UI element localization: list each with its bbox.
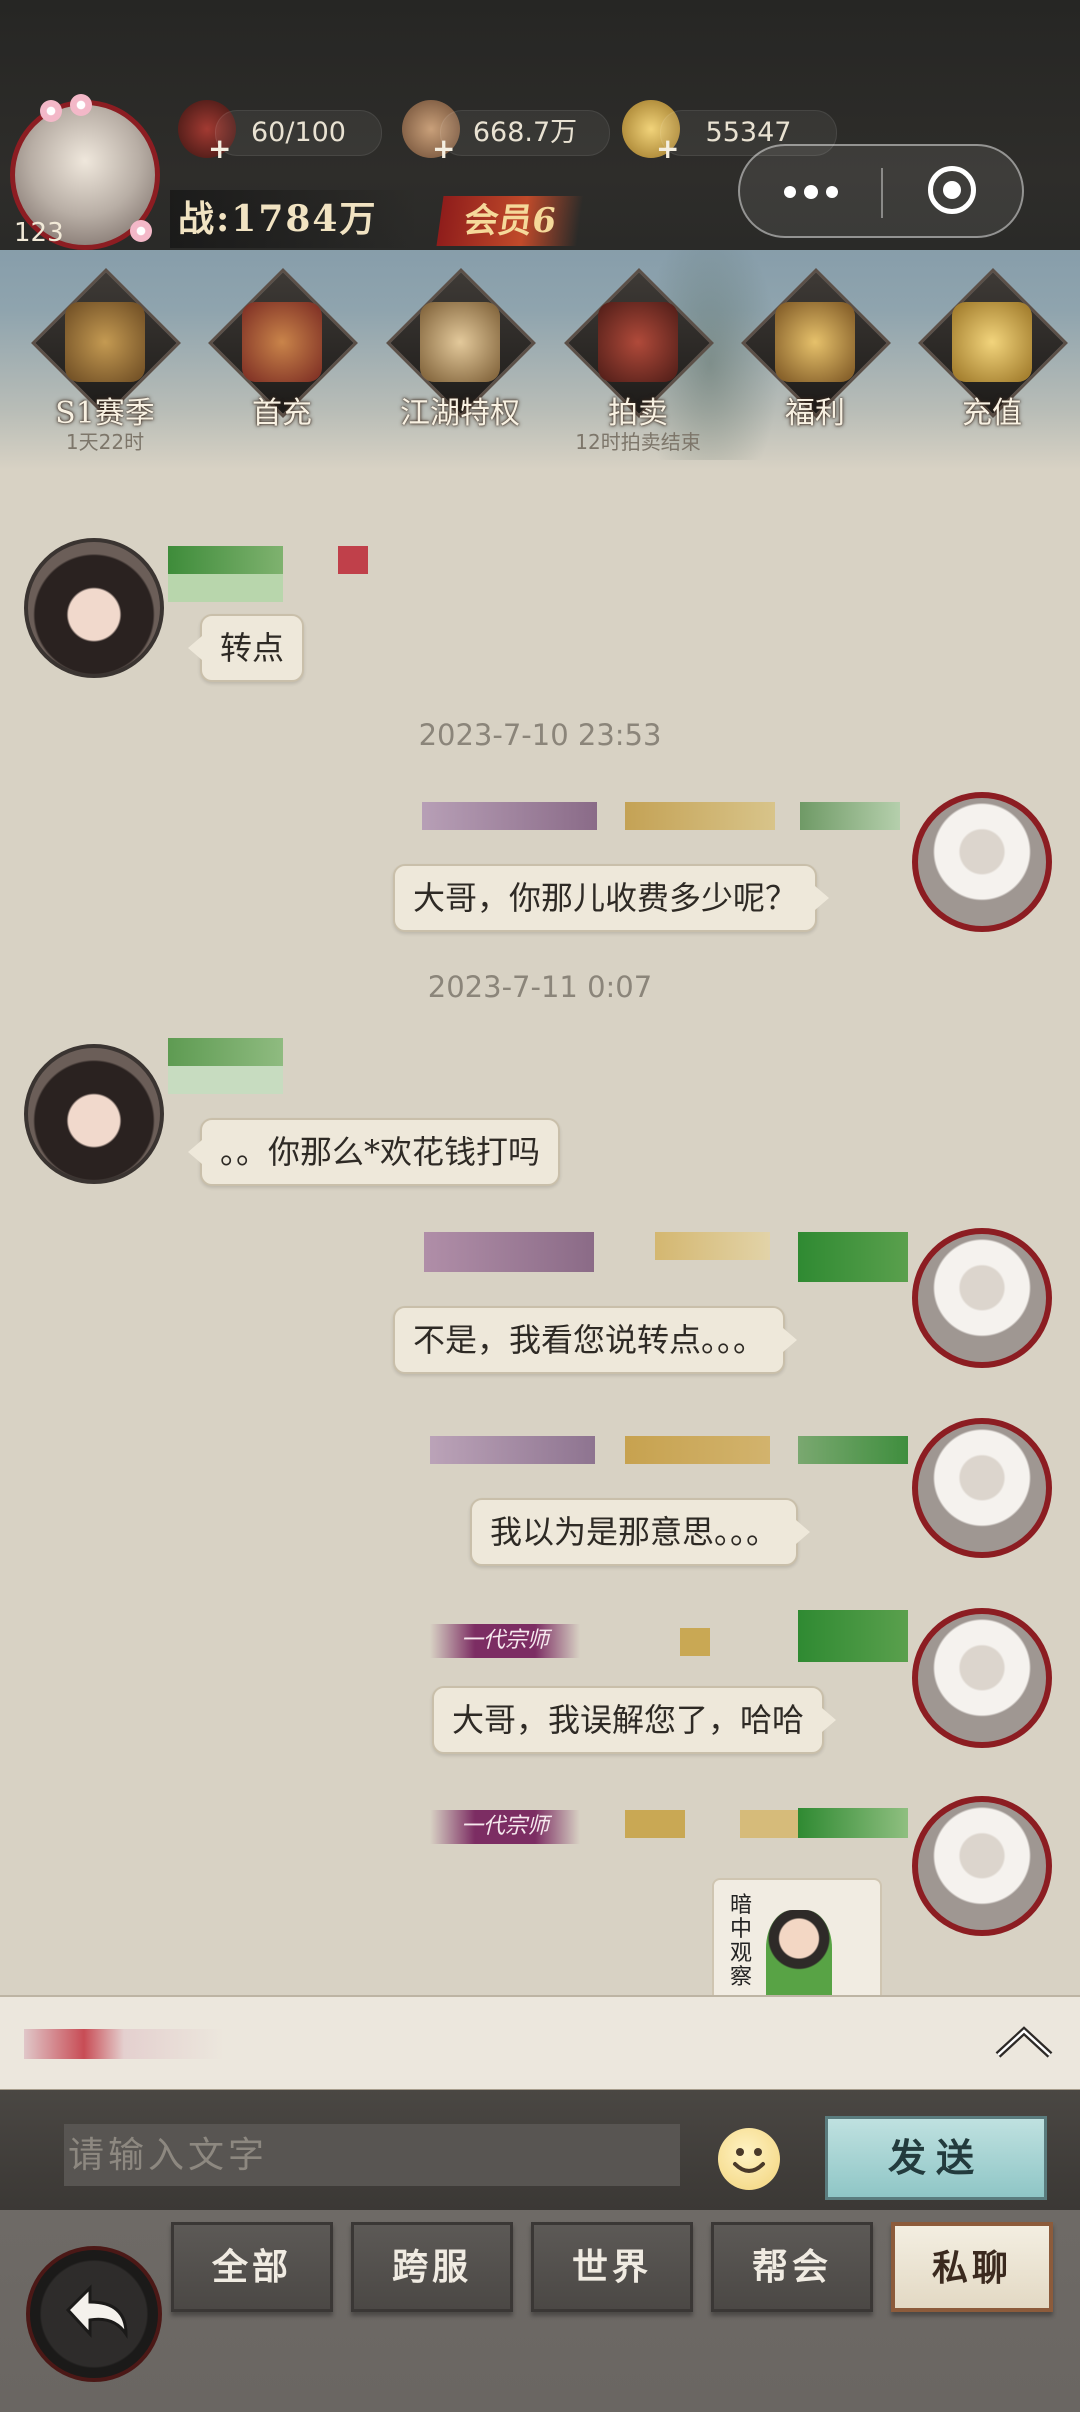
coin-counter: 668.7万 — [440, 110, 610, 156]
first-recharge-button[interactable]: 首充 — [208, 268, 358, 452]
chat-bubble[interactable]: 大哥，我误解您了，哈哈 — [432, 1686, 837, 1754]
chibi-character-icon — [766, 1910, 832, 2005]
timestamp: 2023-7-11 0:07 — [427, 970, 653, 1004]
chat-panel[interactable]: 转点 2023-7-10 23:53 大哥，你那儿收费多少呢？ 2023-7-1… — [0, 470, 1080, 1995]
treasure-chest-icon — [242, 302, 322, 382]
preview-text-redacted — [24, 2029, 224, 2059]
chat-bubble[interactable]: 不是，我看您说转点。。。 — [393, 1306, 798, 1374]
chat-bubble[interactable]: 大哥，你那儿收费多少呢？ — [393, 864, 830, 932]
title-badge: 一代宗师 — [430, 1810, 580, 1844]
chat-bubble[interactable]: 我以为是那意思。。。 — [470, 1498, 811, 1566]
sender-name-redacted — [422, 802, 597, 830]
self-avatar[interactable] — [912, 1796, 1052, 1936]
sticker-caption: 暗中观察 — [730, 1893, 753, 1990]
self-avatar[interactable] — [912, 1228, 1052, 1368]
welfare-button[interactable]: 福利 — [741, 268, 891, 452]
scroll-book-icon — [420, 302, 500, 382]
self-avatar[interactable] — [912, 1418, 1052, 1558]
gold-ingot-icon — [952, 302, 1032, 382]
mini-program-capsule — [738, 144, 1024, 238]
stamina-counter: 60/100 — [215, 110, 382, 156]
season-button[interactable]: S1赛季 1天22时 — [31, 268, 181, 454]
chat-bubble[interactable]: 转点 — [187, 614, 305, 682]
sender-name-redacted — [424, 1232, 594, 1272]
tab-world[interactable]: 世界 — [531, 2222, 693, 2312]
channel-preview-bar[interactable] — [0, 1995, 1080, 2091]
tab-cross-server[interactable]: 跨服 — [351, 2222, 513, 2312]
sender-name-redacted — [430, 1436, 595, 1464]
sender-avatar[interactable] — [24, 1044, 164, 1184]
message-input[interactable] — [64, 2124, 680, 2186]
recharge-button[interactable]: 充值 — [918, 268, 1068, 452]
crossed-swords-icon — [65, 302, 145, 382]
self-avatar[interactable] — [912, 1608, 1052, 1748]
more-icon[interactable] — [784, 186, 796, 198]
sender-avatar[interactable] — [24, 538, 164, 678]
tab-all[interactable]: 全部 — [171, 2222, 333, 2312]
privilege-button[interactable]: 江湖特权 — [386, 268, 536, 452]
tab-private[interactable]: 私聊 — [891, 2222, 1053, 2312]
sender-name-redacted — [168, 1038, 283, 1066]
player-level: 123 — [14, 218, 64, 248]
chevron-up-icon[interactable] — [994, 2023, 1054, 2063]
self-avatar[interactable] — [912, 792, 1052, 932]
timestamp: 2023-7-10 23:53 — [418, 718, 662, 752]
close-target-icon[interactable] — [928, 166, 976, 214]
back-arrow-icon[interactable] — [26, 2246, 162, 2382]
tab-guild[interactable]: 帮会 — [711, 2222, 873, 2312]
auction-gavel-icon — [598, 302, 678, 382]
input-area: 发送 — [0, 2090, 1080, 2210]
gold-box-icon — [775, 302, 855, 382]
bottom-tab-bar: 全部 跨服 世界 帮会 私聊 — [0, 2210, 1080, 2412]
sticker-message[interactable]: 暗中观察 — [712, 1878, 882, 2007]
smiley-icon[interactable] — [718, 2128, 780, 2190]
title-badge: 一代宗师 — [430, 1624, 580, 1658]
vip-badge[interactable]: 会员6 — [436, 196, 584, 246]
chat-bubble[interactable]: 。。你那么*欢花钱打吗 — [187, 1118, 561, 1186]
auction-button[interactable]: 拍卖 12时拍卖结束 — [564, 268, 714, 454]
sender-name-redacted — [168, 546, 283, 574]
combat-power: 战:1784万 — [170, 190, 418, 248]
send-button[interactable]: 发送 — [825, 2116, 1047, 2200]
